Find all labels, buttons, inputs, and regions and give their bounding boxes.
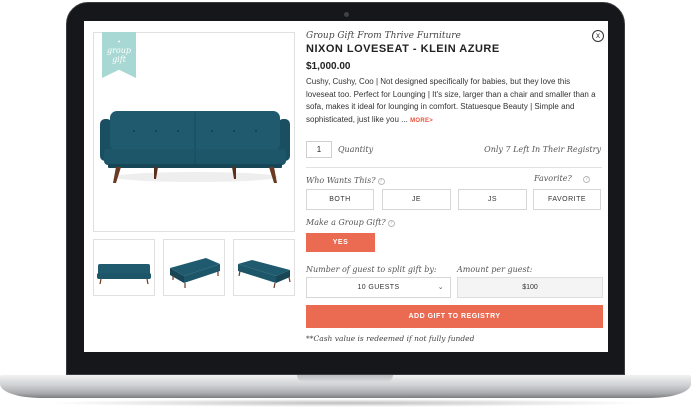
more-link[interactable]: MORE> (410, 118, 433, 124)
sofa-thumb-angle (170, 258, 220, 288)
quantity-label: Quantity (338, 145, 374, 154)
camera-icon (344, 12, 349, 17)
favorite-button[interactable]: FAVORITE (533, 189, 601, 210)
chevron-down-icon: ⌄ (437, 284, 444, 291)
product-description: Cushy, Cushy, Coo | Not designed specifi… (306, 76, 602, 127)
availability-text: Only 7 Left In Their Registry (484, 145, 601, 154)
help-circle-icon[interactable]: ? (583, 176, 590, 183)
gift-modal: • group gift Group Gift From Thrive Furn… (84, 21, 608, 352)
product-title: NIXON LOVESEAT - KLEIN AZURE (306, 43, 500, 55)
add-to-registry-button[interactable]: ADD GIFT TO REGISTRY (306, 305, 603, 328)
description-text: Cushy, Cushy, Coo | Not designed specifi… (306, 77, 596, 124)
group-gift-label: Make a Group Gift?? (306, 218, 395, 227)
cash-value-footnote: **Cash value is redeemed if not fully fu… (306, 334, 475, 343)
group-gift-text: Make a Group Gift? (306, 218, 386, 227)
option-both-button[interactable]: BOTH (306, 189, 374, 210)
thumbnail-side[interactable] (233, 239, 295, 296)
gift-source-subtitle: Group Gift From Thrive Furniture (306, 31, 461, 41)
who-wants-label: Who Wants This?? (306, 176, 385, 185)
who-wants-text: Who Wants This? (306, 176, 376, 185)
product-main-image: • group gift (93, 32, 295, 232)
thumbnail-angle[interactable] (163, 239, 225, 296)
close-icon: x (596, 31, 600, 40)
option-je-button[interactable]: JE (382, 189, 451, 210)
favorite-help: ? (581, 174, 590, 183)
divider (306, 167, 602, 168)
sofa-thumb-side (238, 260, 291, 289)
product-price: $1,000.00 (306, 61, 351, 72)
sofa-thumb-front (97, 264, 151, 285)
guests-label: Number of guest to split gift by: (306, 265, 437, 274)
quantity-input[interactable]: 1 (306, 141, 332, 158)
yes-button[interactable]: YES (306, 233, 375, 252)
help-circle-icon[interactable]: ? (387, 220, 395, 227)
guests-select[interactable]: 10 GUESTS ⌄ (306, 277, 451, 298)
laptop-notch (297, 375, 393, 382)
guests-value: 10 GUESTS (357, 284, 400, 291)
close-button[interactable]: x (592, 30, 604, 42)
laptop-shadow (40, 399, 651, 407)
favorite-label: Favorite? (534, 174, 572, 183)
help-circle-icon[interactable]: ? (377, 178, 385, 185)
amount-label: Amount per guest: (457, 265, 533, 274)
sofa-front-image (100, 111, 290, 183)
thumbnail-front[interactable] (93, 239, 155, 296)
amount-per-guest-field: $100 (457, 277, 603, 298)
option-js-button[interactable]: JS (458, 189, 527, 210)
